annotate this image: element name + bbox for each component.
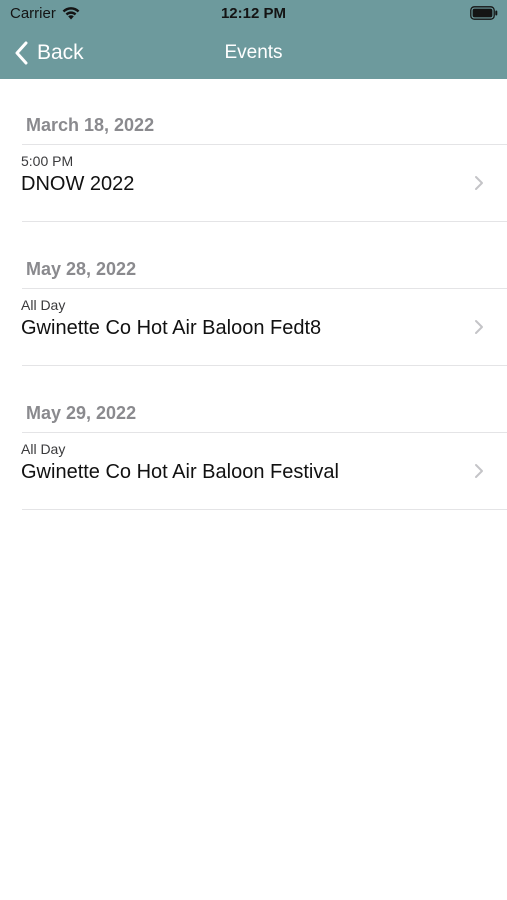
events-screen: Carrier 12:12 PM Back Events March 18, 2… [0, 0, 507, 900]
event-title: DNOW 2022 [21, 173, 135, 195]
event-row[interactable]: All Day Gwinette Co Hot Air Baloon Festi… [0, 432, 507, 510]
event-title: Gwinette Co Hot Air Baloon Festival [21, 461, 339, 483]
section-date-header: May 29, 2022 [26, 403, 137, 423]
battery-icon [470, 6, 498, 20]
divider [22, 288, 507, 289]
divider [22, 144, 507, 145]
event-row[interactable]: 5:00 PM DNOW 2022 [0, 144, 507, 222]
divider [22, 365, 507, 366]
divider [22, 221, 507, 222]
status-time: 12:12 PM [220, 5, 287, 22]
chevron-right-icon [475, 320, 483, 334]
navigation-bar: Back Events [0, 28, 507, 79]
divider [22, 432, 507, 433]
section-date-header: May 28, 2022 [26, 259, 137, 279]
page-title: Events [224, 42, 283, 63]
header-bar: Carrier 12:12 PM Back Events [0, 0, 507, 79]
event-time: 5:00 PM [21, 153, 74, 169]
event-section: March 18, 2022 5:00 PM DNOW 2022 [0, 79, 507, 223]
events-list: March 18, 2022 5:00 PM DNOW 2022 May 28,… [0, 79, 507, 511]
event-section: May 29, 2022 All Day Gwinette Co Hot Air… [0, 367, 507, 511]
event-title: Gwinette Co Hot Air Baloon Fedt8 [21, 317, 322, 339]
event-time: All Day [21, 441, 66, 457]
event-row[interactable]: All Day Gwinette Co Hot Air Baloon Fedt8 [0, 288, 507, 366]
event-time: All Day [21, 297, 66, 313]
divider [22, 509, 507, 510]
chevron-right-icon [475, 176, 483, 190]
chevron-right-icon [475, 464, 483, 478]
status-bar: Carrier 12:12 PM [0, 0, 507, 28]
event-section: May 28, 2022 All Day Gwinette Co Hot Air… [0, 223, 507, 367]
section-date-header: March 18, 2022 [26, 115, 155, 135]
